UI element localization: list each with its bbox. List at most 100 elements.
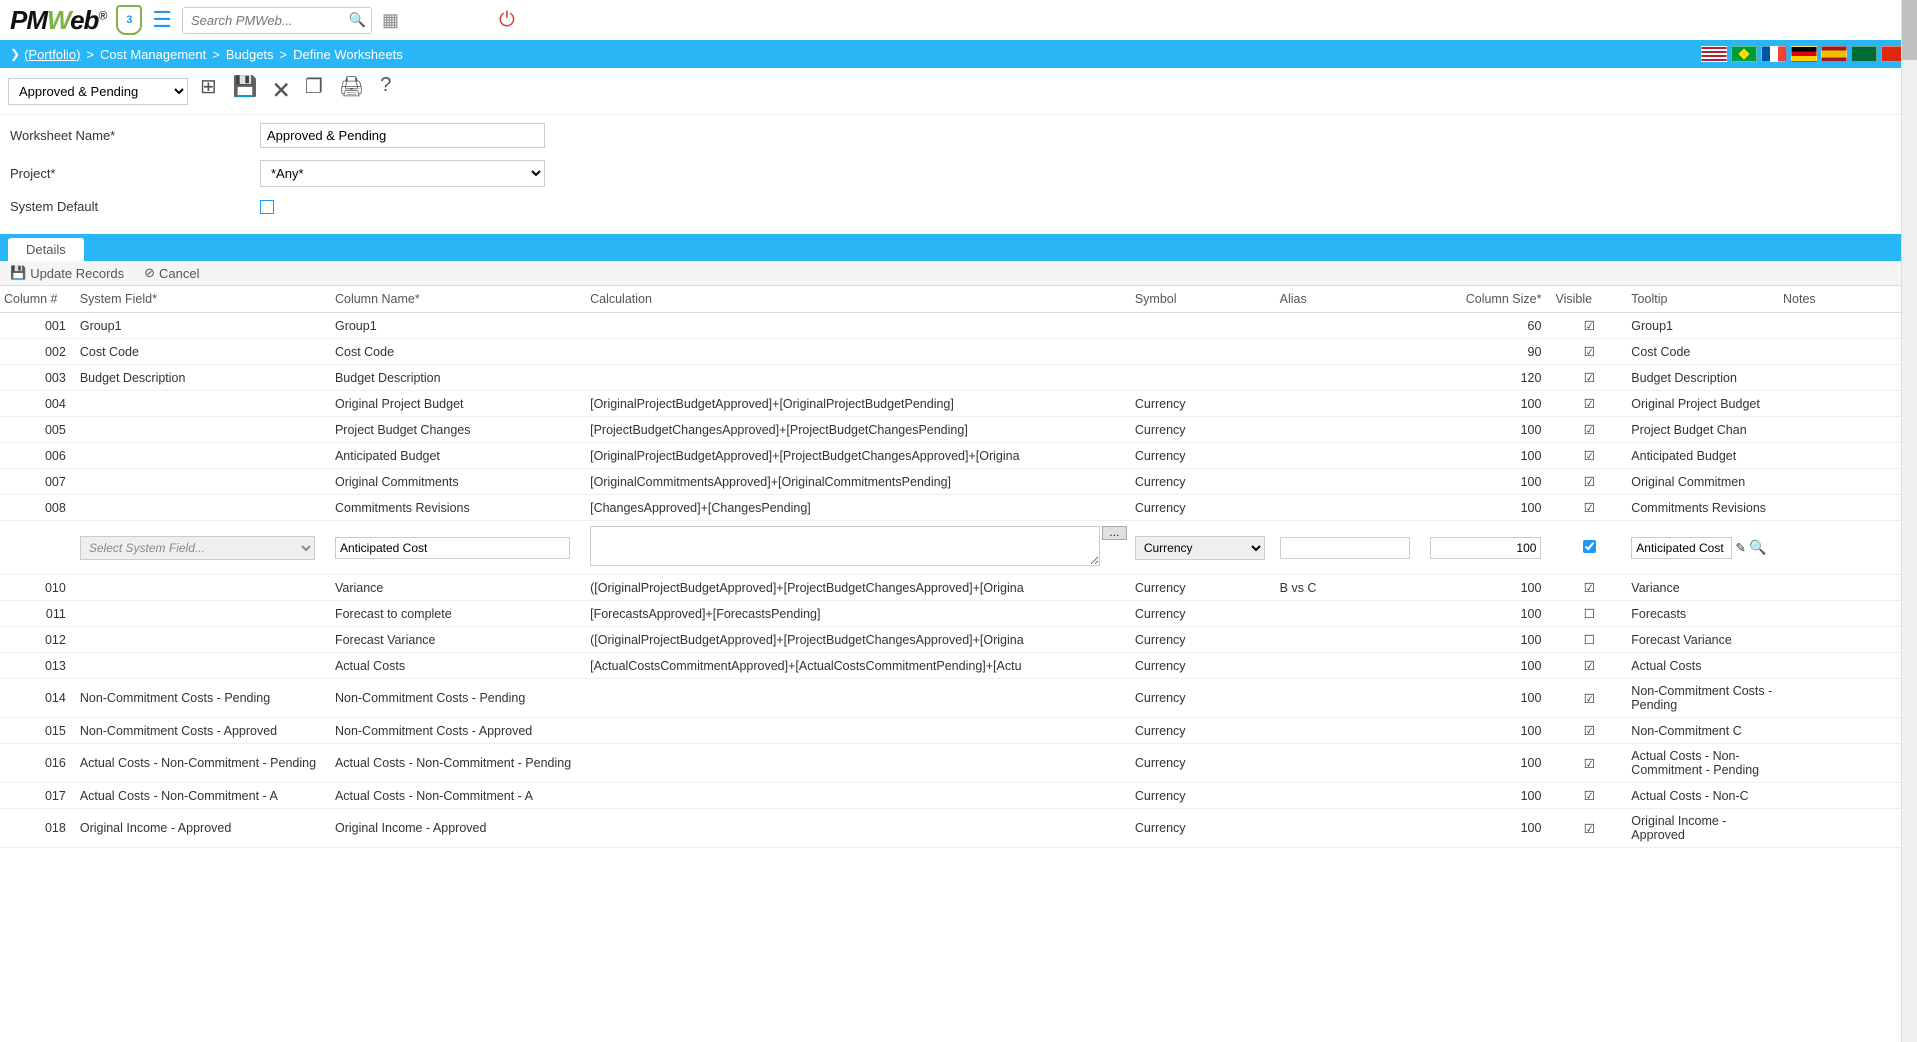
symbol-select[interactable]: Currency	[1135, 536, 1265, 560]
col-notes-header[interactable]: Notes	[1779, 286, 1917, 313]
col-symbol-header[interactable]: Symbol	[1131, 286, 1276, 313]
breadcrumb-define: Define Worksheets	[293, 47, 403, 62]
alias-input[interactable]	[1280, 537, 1410, 559]
menu-icon[interactable]: ☰	[152, 7, 172, 33]
cell-visible[interactable]: ☑	[1551, 809, 1627, 848]
size-input[interactable]	[1430, 537, 1541, 559]
project-select[interactable]: *Any*	[260, 160, 545, 187]
worksheet-name-input[interactable]	[260, 123, 545, 148]
table-row[interactable]: 001 Group1 Group1 60 ☑ Group1	[0, 313, 1917, 339]
cancel-button[interactable]: ⊘ Cancel	[144, 265, 199, 281]
col-sysfield-header[interactable]: System Field*	[76, 286, 331, 313]
visible-checkbox[interactable]	[1557, 540, 1621, 553]
cell-visible[interactable]: ☑	[1551, 365, 1627, 391]
breadcrumb-costmgmt[interactable]: Cost Management	[100, 47, 206, 62]
cell-visible[interactable]: ☑	[1551, 339, 1627, 365]
breadcrumb-budgets[interactable]: Budgets	[226, 47, 274, 62]
worksheet-dropdown[interactable]: Approved & Pending	[8, 78, 188, 105]
cell-sysfield	[76, 495, 331, 521]
cell-visible[interactable]: ☑	[1551, 443, 1627, 469]
tooltip-input[interactable]	[1631, 537, 1732, 559]
table-row[interactable]: 011 Forecast to complete [ForecastsAppro…	[0, 601, 1917, 627]
cell-calc	[586, 718, 1131, 744]
table-row[interactable]: 013 Actual Costs [ActualCostsCommitmentA…	[0, 653, 1917, 679]
add-icon[interactable]: ⊞	[200, 74, 217, 108]
table-row[interactable]: 003 Budget Description Budget Descriptio…	[0, 365, 1917, 391]
table-row[interactable]: 006 Anticipated Budget [OriginalProjectB…	[0, 443, 1917, 469]
cell-visible[interactable]: ☑	[1551, 653, 1627, 679]
delete-icon[interactable]: 🗙	[274, 74, 289, 108]
col-num-header[interactable]: Column #	[0, 286, 76, 313]
edit-sysfield: Select System Field...	[76, 521, 331, 575]
toolbar: Approved & Pending ⊞ 💾 🗙 ❐ 🖨 ?	[0, 68, 1917, 115]
save-small-icon: 💾	[10, 265, 26, 281]
cell-visible[interactable]: ☑	[1551, 417, 1627, 443]
update-records-button[interactable]: 💾 Update Records	[10, 265, 124, 281]
scrollbar-thumb[interactable]	[1902, 0, 1917, 60]
cell-size: 60	[1420, 313, 1551, 339]
edit-note-icon[interactable]: ✎	[1735, 541, 1745, 555]
search-tooltip-icon[interactable]: 🔍	[1749, 539, 1766, 555]
flag-sa-icon[interactable]	[1851, 46, 1877, 62]
table-row[interactable]: 018 Original Income - Approved Original …	[0, 809, 1917, 848]
cell-symbol: Currency	[1131, 744, 1276, 783]
table-row[interactable]: 002 Cost Code Cost Code 90 ☑ Cost Code	[0, 339, 1917, 365]
cell-visible[interactable]: ☑	[1551, 744, 1627, 783]
calc-textarea[interactable]	[590, 526, 1100, 566]
table-row[interactable]: 012 Forecast Variance ([OriginalProjectB…	[0, 627, 1917, 653]
system-default-checkbox[interactable]	[260, 200, 274, 214]
table-row[interactable]: 004 Original Project Budget [OriginalPro…	[0, 391, 1917, 417]
cell-symbol	[1131, 339, 1276, 365]
shield-badge[interactable]: 3	[116, 5, 142, 35]
edit-num	[0, 521, 76, 575]
table-row[interactable]: 005 Project Budget Changes [ProjectBudge…	[0, 417, 1917, 443]
power-icon[interactable]: ⏻	[499, 9, 515, 32]
cell-visible[interactable]: ☑	[1551, 313, 1627, 339]
col-alias-header[interactable]: Alias	[1276, 286, 1421, 313]
col-size-header[interactable]: Column Size*	[1420, 286, 1551, 313]
flag-br-icon[interactable]	[1731, 46, 1757, 62]
search-input[interactable]	[182, 7, 372, 34]
calendar-icon[interactable]: ▦	[382, 10, 399, 31]
flag-de-icon[interactable]	[1791, 46, 1817, 62]
cell-symbol: Currency	[1131, 443, 1276, 469]
print-icon[interactable]: 🖨	[339, 74, 364, 108]
flag-fr-icon[interactable]	[1761, 46, 1787, 62]
cell-alias	[1276, 783, 1421, 809]
vertical-scrollbar[interactable]	[1901, 0, 1917, 1042]
tab-details[interactable]: Details	[8, 238, 84, 261]
cell-visible[interactable]: ☑	[1551, 495, 1627, 521]
col-name-header[interactable]: Column Name*	[331, 286, 586, 313]
cell-visible[interactable]: ☑	[1551, 783, 1627, 809]
col-tooltip-header[interactable]: Tooltip	[1627, 286, 1779, 313]
project-label: Project*	[10, 166, 260, 181]
cell-visible[interactable]: ☐	[1551, 601, 1627, 627]
table-row[interactable]: 014 Non-Commitment Costs - Pending Non-C…	[0, 679, 1917, 718]
cell-visible[interactable]: ☑	[1551, 391, 1627, 417]
cell-size: 100	[1420, 575, 1551, 601]
table-row[interactable]: 015 Non-Commitment Costs - Approved Non-…	[0, 718, 1917, 744]
table-row[interactable]: 010 Variance ([OriginalProjectBudgetAppr…	[0, 575, 1917, 601]
table-row[interactable]: 007 Original Commitments [OriginalCommit…	[0, 469, 1917, 495]
chevron-icon[interactable]: ❯	[10, 47, 20, 61]
table-row[interactable]: 017 Actual Costs - Non-Commitment - A Ac…	[0, 783, 1917, 809]
cell-visible[interactable]: ☐	[1551, 627, 1627, 653]
col-visible-header[interactable]: Visible	[1551, 286, 1627, 313]
col-calc-header[interactable]: Calculation	[586, 286, 1131, 313]
cell-visible[interactable]: ☑	[1551, 575, 1627, 601]
cell-visible[interactable]: ☑	[1551, 679, 1627, 718]
breadcrumb-portfolio[interactable]: (Portfolio)	[24, 47, 80, 62]
sysfield-select[interactable]: Select System Field...	[80, 536, 315, 560]
search-icon[interactable]: 🔍	[349, 12, 366, 29]
formula-builder-button[interactable]: …	[1102, 526, 1127, 540]
help-icon[interactable]: ?	[380, 74, 391, 108]
cell-visible[interactable]: ☑	[1551, 469, 1627, 495]
flag-us-icon[interactable]	[1701, 46, 1727, 62]
save-icon[interactable]: 💾	[233, 74, 258, 108]
table-row[interactable]: 008 Commitments Revisions [ChangesApprov…	[0, 495, 1917, 521]
cell-visible[interactable]: ☑	[1551, 718, 1627, 744]
table-row[interactable]: 016 Actual Costs - Non-Commitment - Pend…	[0, 744, 1917, 783]
flag-es-icon[interactable]	[1821, 46, 1847, 62]
copy-icon[interactable]: ❐	[305, 74, 323, 108]
colname-input[interactable]	[335, 537, 570, 559]
